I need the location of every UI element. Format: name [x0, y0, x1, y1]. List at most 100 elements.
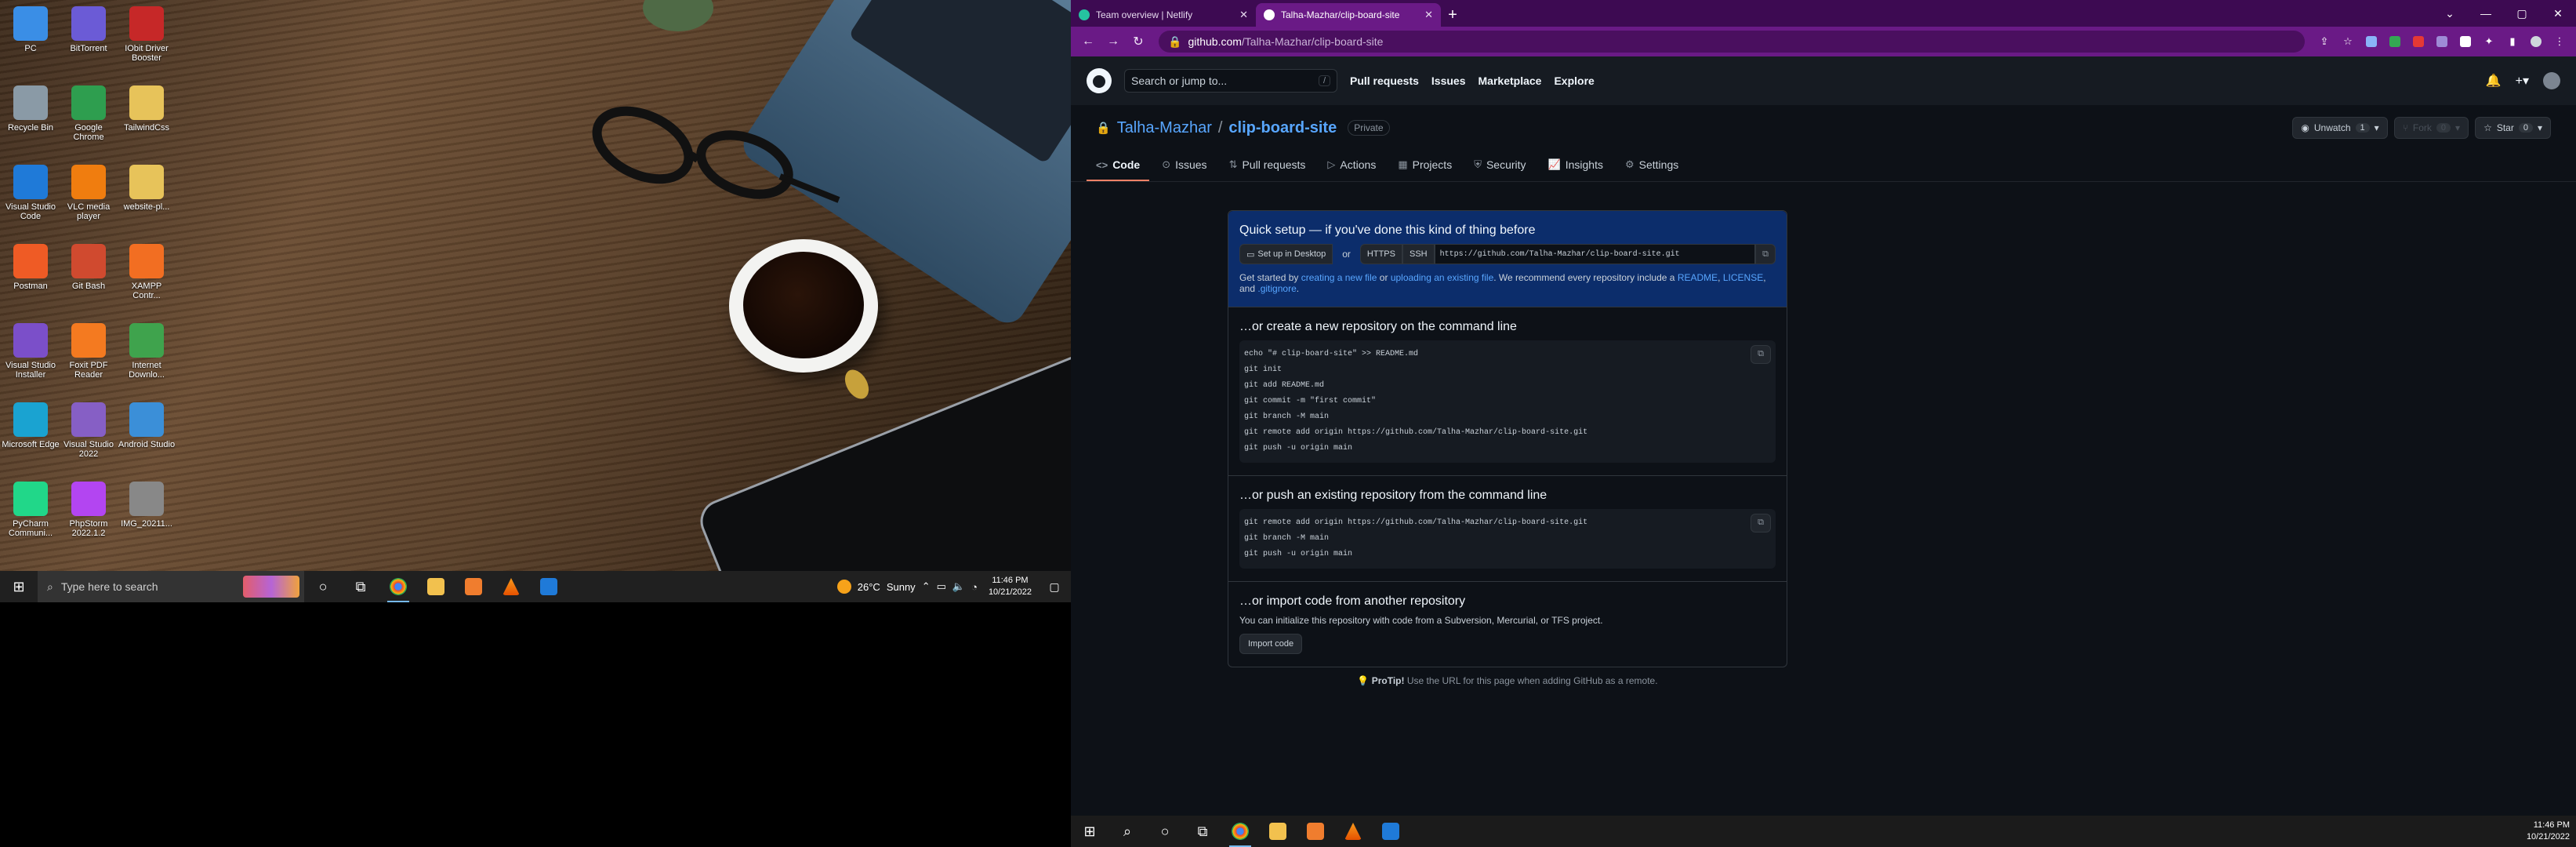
forward-button[interactable]: → — [1102, 31, 1124, 53]
taskbar-app-chrome[interactable] — [1221, 816, 1259, 847]
minimize-icon[interactable]: — — [2468, 7, 2504, 20]
weather-sun-icon[interactable] — [836, 580, 851, 594]
chevron-up-icon[interactable]: ⌃ — [922, 580, 931, 593]
desktop-icon-folder[interactable]: TailwindCss — [118, 81, 176, 156]
taskbar-app-vlc[interactable] — [492, 571, 530, 602]
desktop-icon-pc[interactable]: PC — [2, 2, 60, 77]
copy-clone-url-button[interactable]: ⧉ — [1755, 244, 1776, 264]
creating-new-file-link[interactable]: creating a new file — [1301, 272, 1377, 283]
copy-button[interactable]: ⧉ — [1751, 514, 1771, 533]
desktop-icon-postman[interactable]: Postman — [2, 239, 60, 314]
desktop-icon-vs-installer[interactable]: Visual Studio Installer — [2, 318, 60, 394]
close-icon[interactable]: ✕ — [1239, 9, 1248, 21]
star-button[interactable]: ☆ Star 0 ▾ — [2475, 117, 2551, 139]
license-link[interactable]: LICENSE — [1723, 272, 1763, 283]
desktop-icon-idm[interactable]: Internet Downlo... — [118, 318, 176, 394]
start-button[interactable]: ⊞ — [0, 571, 38, 602]
taskbar-app-vscode[interactable] — [1372, 816, 1410, 847]
back-button[interactable]: ← — [1077, 31, 1099, 53]
desktop-icon-chrome[interactable]: Google Chrome — [60, 81, 118, 156]
volume-icon[interactable]: 🔈 — [952, 580, 965, 593]
tab-security[interactable]: ⛨ Security — [1464, 150, 1535, 181]
desktop-icon-git-bash[interactable]: Git Bash — [60, 239, 118, 314]
search-button[interactable]: ⌕ — [1108, 816, 1146, 847]
tab-pull-requests[interactable]: ⇅ Pull requests — [1220, 150, 1315, 181]
tab-github[interactable]: Talha-Mazhar/clip-board-site ✕ — [1256, 3, 1441, 27]
desktop-icon-visual-studio[interactable]: Visual Studio 2022 — [60, 398, 118, 473]
desktop-icon-phpstorm[interactable]: PhpStorm 2022.1.2 — [60, 477, 118, 552]
https-toggle[interactable]: HTTPS — [1359, 244, 1402, 264]
nav-marketplace[interactable]: Marketplace — [1478, 75, 1542, 87]
tab-netlify[interactable]: Team overview | Netlify ✕ — [1071, 3, 1256, 27]
share-icon[interactable]: ⇪ — [2314, 31, 2335, 52]
bookmark-star-icon[interactable]: ☆ — [2338, 31, 2358, 52]
weather-condition[interactable]: Sunny — [887, 581, 916, 593]
extension-4-icon[interactable] — [2455, 31, 2476, 52]
taskbar-app-file-explorer[interactable] — [417, 571, 455, 602]
fork-button[interactable]: ⑂ Fork 0 ▾ — [2393, 117, 2469, 139]
profile-avatar[interactable] — [2526, 31, 2546, 52]
desktop-icon-driver-booster[interactable]: IObit Driver Booster — [118, 2, 176, 77]
nav-issues[interactable]: Issues — [1431, 75, 1466, 87]
weather-temperature[interactable]: 26°C — [858, 581, 880, 593]
desktop-icon-foxit[interactable]: Foxit PDF Reader — [60, 318, 118, 394]
desktop-icon-folder[interactable]: website-pl... — [118, 160, 176, 235]
cortana-button[interactable]: ○ — [1146, 816, 1184, 847]
extension-1-icon[interactable] — [2361, 31, 2382, 52]
tab-search-icon[interactable]: ⌄ — [2432, 7, 2468, 20]
taskbar-app-sublime[interactable] — [455, 571, 492, 602]
close-window-icon[interactable]: ✕ — [2540, 7, 2576, 20]
taskbar-app-vscode[interactable] — [530, 571, 568, 602]
desktop-icon-android-studio[interactable]: Android Studio — [118, 398, 176, 473]
side-panel-icon[interactable]: ▮ — [2502, 31, 2523, 52]
tab-actions[interactable]: ▷ Actions — [1318, 150, 1385, 181]
taskbar-app-file-explorer[interactable] — [1259, 816, 1297, 847]
readme-link[interactable]: README — [1678, 272, 1718, 283]
github-logo-icon[interactable] — [1087, 68, 1112, 93]
import-code-button[interactable]: Import code — [1239, 634, 1303, 654]
tab-code[interactable]: <> Code — [1087, 150, 1150, 181]
cortana-button[interactable]: ○ — [304, 571, 342, 602]
battery-icon[interactable]: ▭ — [937, 580, 946, 593]
nav-pull-requests[interactable]: Pull requests — [1350, 75, 1419, 87]
taskbar-search-box[interactable]: ⌕ Type here to search — [38, 571, 304, 602]
github-search-input[interactable]: Search or jump to... / — [1124, 69, 1337, 93]
taskbar-clock[interactable]: 11:46 PM 10/21/2022 — [2527, 820, 2576, 843]
upload-existing-file-link[interactable]: uploading an existing file — [1391, 272, 1493, 283]
new-tab-button[interactable]: + — [1441, 3, 1464, 27]
desktop-icon-image-file[interactable]: IMG_20211... — [118, 477, 176, 552]
task-view-button[interactable]: ⧉ — [342, 571, 379, 602]
desktop-icon-vscode[interactable]: Visual Studio Code — [2, 160, 60, 235]
extensions-puzzle-icon[interactable]: ✦ — [2479, 31, 2499, 52]
clone-url-input[interactable]: https://github.com/Talha-Mazhar/clip-boa… — [1434, 244, 1755, 264]
gitignore-link[interactable]: .gitignore — [1257, 283, 1296, 294]
repo-name-link[interactable]: clip-board-site — [1228, 119, 1337, 137]
browser-menu-icon[interactable]: ⋮ — [2549, 31, 2570, 52]
taskbar-clock[interactable]: 11:46 PM 10/21/2022 — [984, 575, 1036, 598]
taskbar-app-sublime[interactable] — [1297, 816, 1334, 847]
task-view-button[interactable]: ⧉ — [1184, 816, 1221, 847]
desktop-icon-edge[interactable]: Microsoft Edge — [2, 398, 60, 473]
taskbar-app-chrome[interactable] — [379, 571, 417, 602]
user-avatar[interactable] — [2543, 72, 2560, 89]
extension-adblock-icon[interactable] — [2408, 31, 2429, 52]
tab-projects[interactable]: ▦ Projects — [1388, 150, 1461, 181]
extension-3-icon[interactable] — [2432, 31, 2452, 52]
reload-button[interactable]: ↻ — [1127, 31, 1149, 53]
ssh-toggle[interactable]: SSH — [1402, 244, 1435, 264]
close-icon[interactable]: ✕ — [1424, 9, 1433, 21]
setup-in-desktop-button[interactable]: ▭ Set up in Desktop — [1239, 244, 1333, 264]
tab-settings[interactable]: ⚙ Settings — [1616, 150, 1688, 181]
tab-issues[interactable]: ⊙ Issues — [1152, 150, 1216, 181]
address-bar[interactable]: 🔒 github.com/Talha-Mazhar/clip-board-sit… — [1159, 31, 2305, 53]
desktop-icon-vlc[interactable]: VLC media player — [60, 160, 118, 235]
network-icon[interactable]: ◔ — [971, 581, 978, 593]
start-button[interactable]: ⊞ — [1071, 816, 1108, 847]
desktop-icon-xampp[interactable]: XAMPP Contr... — [118, 239, 176, 314]
desktop-icon-pycharm[interactable]: PyCharm Communi... — [2, 477, 60, 552]
notification-icon[interactable]: ▢ — [1043, 580, 1066, 594]
extension-2-icon[interactable] — [2385, 31, 2405, 52]
desktop-icon-bittorrent[interactable]: BitTorrent — [60, 2, 118, 77]
create-new-plus-icon[interactable]: +▾ — [2516, 73, 2529, 89]
taskbar-app-vlc[interactable] — [1334, 816, 1372, 847]
